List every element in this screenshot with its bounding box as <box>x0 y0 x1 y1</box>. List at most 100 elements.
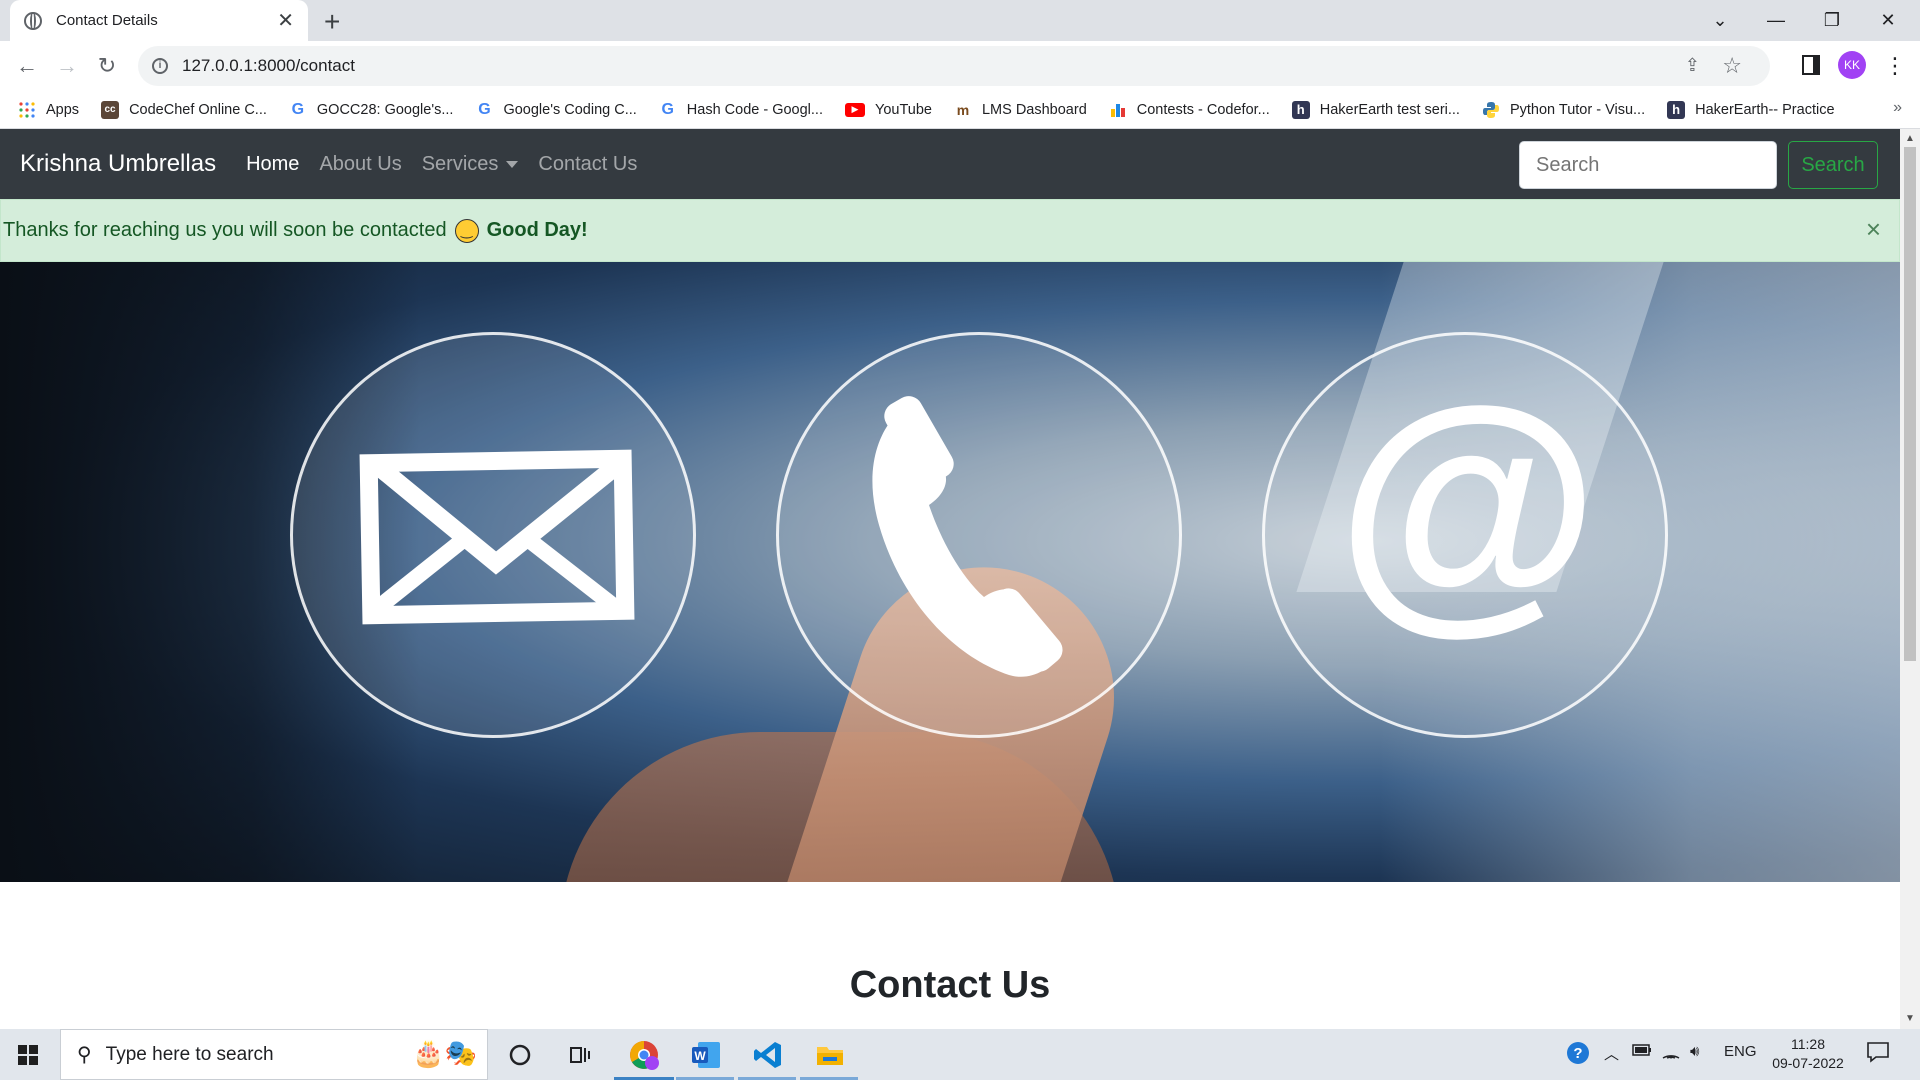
clock-date: 09-07-2022 <box>1772 1055 1844 1071</box>
word-taskbar-icon[interactable]: W <box>688 1037 724 1073</box>
wifi-icon[interactable] <box>1662 1043 1680 1063</box>
bookmark-label: GOCC28: Google's... <box>316 101 454 118</box>
mail-icon <box>290 332 696 738</box>
scroll-up-icon[interactable]: ▲ <box>1905 133 1915 144</box>
side-panel-icon[interactable] <box>1802 55 1820 75</box>
page-viewport: Krishna Umbrellas Home About Us Services… <box>0 129 1900 1029</box>
show-hidden-icons-icon[interactable]: ︿ <box>1604 1043 1619 1064</box>
smiley-icon: ‿ <box>454 218 479 243</box>
bookmark-google-coding[interactable]: G Google's Coding C... <box>475 101 637 119</box>
vscode-taskbar-icon[interactable] <box>750 1037 786 1073</box>
forward-icon[interactable]: → <box>50 49 84 83</box>
volume-icon[interactable]: 🔊︎ <box>1690 1043 1699 1060</box>
back-icon[interactable]: ← <box>10 49 44 83</box>
url-text[interactable]: 127.0.0.1:8000/contact <box>182 56 355 76</box>
dropdown-caret-icon <box>506 160 519 168</box>
site-search-button[interactable]: Search <box>1788 141 1878 189</box>
bookmark-codeforces[interactable]: Contests - Codefor... <box>1109 101 1270 119</box>
hero-banner-image: @ <box>0 262 1900 882</box>
cortana-icon[interactable] <box>502 1037 538 1073</box>
page-title: Contact Us <box>849 964 1051 1006</box>
scroll-down-icon[interactable]: ▼ <box>1905 1013 1915 1024</box>
codeforces-icon <box>1109 101 1127 119</box>
bookmark-lms[interactable]: m LMS Dashboard <box>954 101 1087 119</box>
site-navbar: Krishna Umbrellas Home About Us Services… <box>0 129 1900 199</box>
task-view-icon[interactable] <box>562 1037 598 1073</box>
nav-services[interactable]: Services <box>422 153 519 176</box>
lms-icon: m <box>956 101 970 118</box>
screen: Contact Details ✕ + ⌄ — ❐ ✕ ← → ↻ i 127.… <box>0 0 1920 1080</box>
close-window-button[interactable]: ✕ <box>1860 0 1916 41</box>
tab-title: Contact Details <box>56 12 158 29</box>
alert-emphasis: Good Day! <box>486 219 588 241</box>
search-icon: ⚲ <box>77 1044 92 1066</box>
bookmark-star-icon[interactable]: ☆ <box>1722 53 1742 79</box>
youtube-icon: ▶ <box>845 102 865 117</box>
bookmark-label: Python Tutor - Visu... <box>1509 101 1646 118</box>
globe-icon <box>24 11 42 30</box>
system-clock[interactable]: 11:28 09-07-2022 <box>1768 1035 1848 1073</box>
file-explorer-taskbar-icon[interactable] <box>812 1037 848 1073</box>
chrome-taskbar-icon[interactable] <box>626 1037 662 1073</box>
scrollbar-thumb[interactable] <box>1904 147 1916 661</box>
new-tab-button[interactable]: + <box>324 6 340 38</box>
nav-about[interactable]: About Us <box>319 153 401 176</box>
alert-close-button[interactable]: × <box>1866 214 1881 245</box>
menu-kebab-icon[interactable]: ⋮ <box>1884 53 1906 79</box>
tab-search-icon[interactable]: ⌄ <box>1692 0 1748 41</box>
svg-text:W: W <box>694 1049 706 1063</box>
windows-start-icon[interactable] <box>18 1045 38 1065</box>
minimize-button[interactable]: — <box>1748 0 1804 41</box>
site-brand[interactable]: Krishna Umbrellas <box>20 150 216 178</box>
bookmark-hash-code[interactable]: G Hash Code - Googl... <box>659 101 823 119</box>
site-info-icon[interactable]: i <box>152 58 168 74</box>
google-icon: G <box>661 100 674 118</box>
restore-button[interactable]: ❐ <box>1804 0 1860 41</box>
bookmarks-overflow-icon[interactable]: » <box>1893 99 1902 117</box>
nav-contact[interactable]: Contact Us <box>538 153 637 176</box>
help-icon[interactable]: ? <box>1566 1041 1590 1069</box>
bookmark-label: Apps <box>46 101 80 118</box>
nav-home[interactable]: Home <box>246 153 299 176</box>
share-icon[interactable]: ⇪ <box>1685 55 1700 76</box>
bookmark-hackerearth-test[interactable]: h HakerEarth test seri... <box>1291 100 1460 119</box>
bookmark-hackerearth-practice[interactable]: h HakerEarth-- Practice <box>1667 100 1835 119</box>
bookmark-codechef[interactable]: cc CodeChef Online C... <box>101 100 267 119</box>
bookmark-label: Hash Code - Googl... <box>686 101 823 118</box>
clock-time: 11:28 <box>1791 1036 1825 1052</box>
taskbar-search-text: Type here to search <box>105 1043 274 1065</box>
svg-text:@: @ <box>1336 354 1599 655</box>
battery-icon[interactable] <box>1632 1043 1652 1061</box>
bookmark-apps[interactable]: Apps <box>18 101 79 119</box>
browser-toolbar: ← → ↻ i 127.0.0.1:8000/contact ⇪ ☆ KK ⋮ <box>0 41 1920 91</box>
bookmark-label: HakerEarth-- Practice <box>1695 101 1835 118</box>
at-sign-icon: @ <box>1262 332 1668 738</box>
python-icon <box>1482 101 1500 119</box>
bookmark-label: CodeChef Online C... <box>129 101 267 118</box>
nav-services-label: Services <box>421 152 499 175</box>
bookmark-gocc28[interactable]: G GOCC28: Google's... <box>289 101 454 119</box>
windows-taskbar: ⚲ Type here to search 🎂🎭 W ? ︿ 🔊︎ ENG 11… <box>0 1029 1920 1080</box>
bookmark-label: LMS Dashboard <box>981 101 1087 118</box>
bookmarks-bar: Apps cc CodeChef Online C... G GOCC28: G… <box>0 91 1920 129</box>
apps-grid-icon <box>18 101 36 119</box>
hackerearth-icon: h <box>1667 100 1686 119</box>
codechef-icon: cc <box>101 100 120 119</box>
language-indicator[interactable]: ENG <box>1724 1043 1757 1060</box>
bookmark-youtube[interactable]: ▶ YouTube <box>845 102 932 118</box>
reload-icon[interactable]: ↻ <box>90 49 124 83</box>
site-search-input[interactable] <box>1519 141 1777 189</box>
browser-tab[interactable]: Contact Details ✕ <box>10 0 308 41</box>
alert-message: Thanks for reaching us you will soon be … <box>3 219 447 241</box>
taskbar-search-box[interactable]: ⚲ Type here to search 🎂🎭 <box>60 1029 488 1080</box>
bookmark-python-tutor[interactable]: Python Tutor - Visu... <box>1482 101 1645 119</box>
svg-text:?: ? <box>1573 1045 1582 1062</box>
bookmark-label: Contests - Codefor... <box>1136 101 1270 118</box>
close-tab-icon[interactable]: ✕ <box>277 8 294 33</box>
address-bar[interactable]: i 127.0.0.1:8000/contact ⇪ ☆ <box>138 46 1770 86</box>
bookmark-label: HakerEarth test seri... <box>1319 101 1460 118</box>
profile-avatar[interactable]: KK <box>1838 51 1866 79</box>
notification-center-icon[interactable] <box>1866 1041 1890 1067</box>
bookmark-label: YouTube <box>875 101 932 118</box>
page-scrollbar[interactable]: ▲ ▼ <box>1900 129 1920 1029</box>
